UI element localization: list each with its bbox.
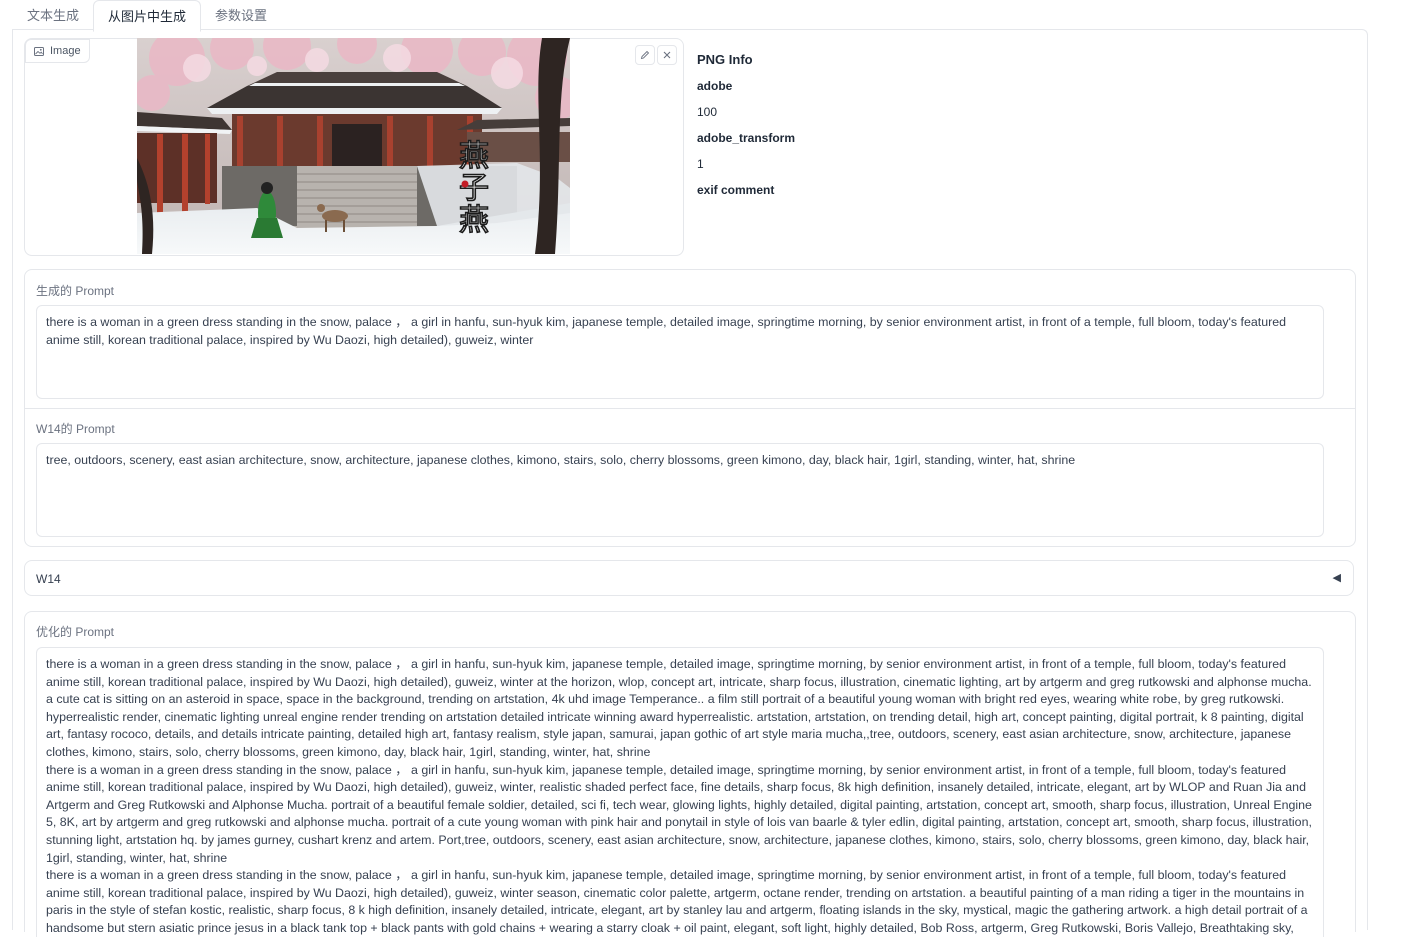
optimized-prompt-textarea[interactable]: there is a woman in a green dress standi… — [36, 647, 1324, 937]
optimized-prompt-paragraph: there is a woman in a green dress standi… — [46, 657, 1312, 759]
collapse-arrow-icon[interactable]: ◀ — [1333, 571, 1341, 584]
close-image-button[interactable] — [657, 45, 677, 65]
optimized-prompt-paragraph: there is a woman in a green dress standi… — [46, 868, 1308, 935]
tab-settings[interactable]: 参数设置 — [201, 0, 281, 28]
edit-image-button[interactable] — [635, 45, 655, 65]
w14-accordion[interactable]: W14 ◀ — [24, 560, 1354, 596]
image-icon — [34, 46, 44, 56]
w14-accordion-label: W14 — [36, 572, 61, 586]
generated-prompt-label: 生成的 Prompt — [36, 284, 115, 298]
optimized-prompt-label: 优化的 Prompt — [36, 625, 115, 639]
generated-prompt-textarea[interactable]: there is a woman in a green dress standi… — [36, 305, 1324, 399]
png-info-value: 100 — [697, 105, 718, 119]
uploaded-image: 燕子燕 — [137, 38, 570, 254]
calligraphy-char: 子 — [459, 171, 489, 206]
image-label-text: Image — [50, 45, 81, 57]
tab-image-generation[interactable]: 从图片中生成 — [93, 0, 202, 32]
prompt-results-block: 生成的 Prompt there is a woman in a green d… — [24, 269, 1356, 547]
image-label: Image — [25, 39, 90, 63]
optimized-prompt-paragraph: there is a woman in a green dress standi… — [46, 762, 1312, 865]
w14-prompt-textarea[interactable]: tree, outdoors, scenery, east asian arch… — [36, 443, 1324, 537]
close-icon — [663, 51, 671, 59]
png-info-value: 1 — [697, 157, 704, 171]
calligraphy-char: 燕 — [459, 203, 489, 238]
tab-bar: 文本生成 从图片中生成 参数设置 — [13, 0, 281, 32]
w14-prompt-label: W14的 Prompt — [36, 422, 115, 436]
calligraphy-char: 燕 — [459, 139, 489, 174]
png-info-key: adobe_transform — [697, 131, 796, 145]
divider — [25, 408, 1355, 409]
optimized-prompt-block: 优化的 Prompt there is a woman in a green d… — [24, 611, 1356, 937]
calligraphy-text-1: 燕子燕 — [459, 139, 489, 238]
png-info-key: adobe — [697, 79, 733, 93]
png-info-title: PNG Info — [697, 52, 753, 67]
pencil-icon — [640, 50, 650, 60]
png-info-panel: PNG Info adobe 100 adobe_transform 1 exi… — [697, 52, 795, 208]
png-info-key: exif comment — [697, 183, 775, 197]
tab-text-generation[interactable]: 文本生成 — [13, 0, 93, 28]
